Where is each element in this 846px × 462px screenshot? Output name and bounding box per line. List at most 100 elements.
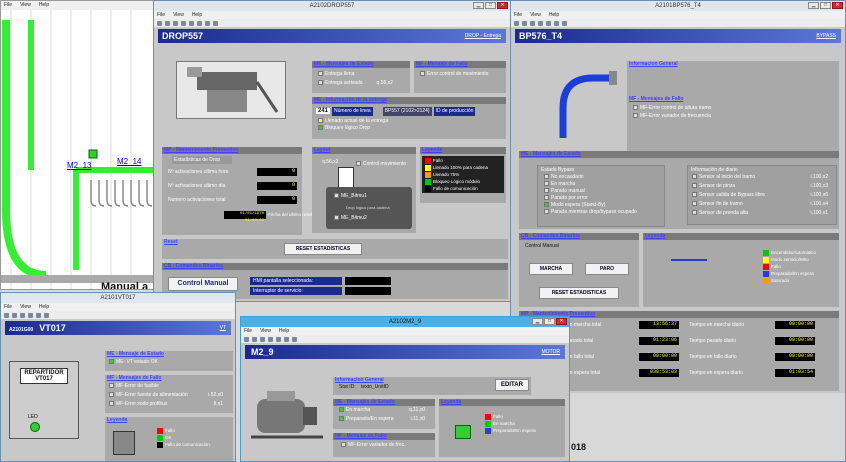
toolbar-icon[interactable] [20, 312, 25, 318]
toolbar-icon[interactable] [252, 336, 257, 342]
toolbar-icon[interactable] [514, 20, 519, 26]
toolbar-icon[interactable] [260, 336, 265, 342]
toolbar-icon[interactable] [284, 336, 289, 342]
close-icon[interactable]: ✕ [556, 318, 567, 325]
legend-swatch [485, 413, 491, 420]
toolbar-icon[interactable] [28, 312, 33, 318]
maximize-icon[interactable]: □ [485, 2, 496, 9]
activations-total: 0 [257, 196, 297, 204]
legend-label: OK [165, 435, 172, 440]
bypass-link[interactable]: BYPASS [816, 29, 836, 43]
control-manual-button[interactable]: Control Manual [168, 277, 238, 291]
toolbar-icon[interactable] [292, 336, 297, 342]
toolbar-icon[interactable] [197, 20, 202, 26]
drop-layout-graphic [338, 167, 354, 189]
maximize-icon[interactable]: □ [544, 318, 555, 325]
legend-item: Modo servicio/Mtto [763, 256, 833, 263]
state-indicator [339, 416, 344, 422]
motor-link[interactable]: MOTOR [541, 345, 560, 359]
menu-view[interactable]: View [260, 327, 271, 335]
vt-me-panel: ME - Mensaje de Estado ME- VT estado OK [105, 351, 233, 371]
sensor-item: Sensor de pinza i.100,x3 [692, 183, 832, 191]
fault-indicator [633, 105, 638, 111]
editar-button[interactable]: EDITAR [495, 379, 529, 391]
m2-9-title-bar[interactable]: A2102M2_9 ▁ □ ✕ [241, 317, 569, 327]
close-icon[interactable]: ✕ [832, 2, 843, 9]
legend-item: Fallo [485, 413, 561, 420]
menu-help[interactable]: Help [549, 11, 559, 19]
menu-file[interactable]: File [244, 327, 252, 335]
toolbar-icon[interactable] [12, 312, 17, 318]
toolbar-icon[interactable] [181, 20, 186, 26]
menu-help[interactable]: Help [279, 327, 289, 335]
toolbar-icon[interactable] [189, 20, 194, 26]
legend-swatch [763, 270, 769, 277]
toolbar-icon[interactable] [554, 20, 559, 26]
daily-time-value: 00:00:00 [775, 353, 815, 361]
toolbar-icon[interactable] [530, 20, 535, 26]
legend-swatch [157, 427, 163, 434]
total-time-value: 91:23:06 [639, 337, 679, 345]
sensor-item: Sensor de prenda alta i.100,x1 [692, 210, 832, 218]
total-time-value: 00:00:00 [639, 353, 679, 361]
toolbar-icon[interactable] [157, 20, 162, 26]
close-icon[interactable]: ✕ [497, 2, 508, 9]
legend-item: Fallo [157, 427, 227, 434]
toolbar-icon[interactable] [244, 336, 249, 342]
vt-fault-item: MF-Error sodo profibus fi,x1 [109, 401, 229, 409]
menu-view[interactable]: View [530, 11, 541, 19]
toolbar-icon[interactable] [173, 20, 178, 26]
marcha-button[interactable]: MARCHA [529, 263, 573, 275]
hmi-selected-value [345, 277, 391, 285]
bypass-curve-graphic [553, 63, 623, 143]
toolbar-icon[interactable] [546, 20, 551, 26]
menu-view[interactable]: View [20, 1, 31, 10]
status-indicator [318, 80, 323, 86]
toolbar-icon[interactable] [213, 20, 218, 26]
minimize-icon[interactable]: ▁ [808, 2, 819, 9]
toolbar-icon[interactable] [165, 20, 170, 26]
menu-help[interactable]: Help [192, 11, 202, 19]
toolbar-icon[interactable] [562, 20, 567, 26]
menu-view[interactable]: View [173, 11, 184, 19]
paro-button[interactable]: PARO [585, 263, 629, 275]
maximize-icon[interactable]: □ [820, 2, 831, 9]
toolbar-icon[interactable] [205, 20, 210, 26]
bp-reset-button[interactable]: RESET ESTADISTICAS [539, 287, 619, 299]
menu-file[interactable]: File [514, 11, 522, 19]
menu-help[interactable]: Help [39, 303, 49, 311]
route-code: BP557 (2102>2124) [382, 106, 432, 116]
toolbar-icon[interactable] [276, 336, 281, 342]
toolbar-icon[interactable] [538, 20, 543, 26]
minimize-icon[interactable]: ▁ [473, 2, 484, 9]
bypass-state-item: No encaudado [544, 174, 658, 180]
menu-view[interactable]: View [20, 303, 31, 311]
toolbar-icon[interactable] [522, 20, 527, 26]
menu-help[interactable]: Help [39, 1, 49, 10]
drop-entrega-link[interactable]: DROP - Entrega [465, 29, 501, 43]
bp576-title-bar[interactable]: A2101BP576_T4 ▁ □ ✕ [511, 1, 845, 11]
line-id-value: 241 [316, 108, 331, 114]
vt-link[interactable]: VT [220, 321, 226, 335]
label-m2-13[interactable]: M2_13 [67, 161, 91, 170]
menu-file[interactable]: File [4, 303, 12, 311]
toolbar-icon[interactable] [36, 312, 41, 318]
bypass-state-item: Parado manual [544, 188, 658, 194]
vt017-title-bar[interactable]: A2101VT017 [1, 293, 235, 303]
toolbar-icon[interactable] [44, 312, 49, 318]
toolbar-icon[interactable] [268, 336, 273, 342]
layout-panel: Layout q.56,x2 Control movimiento ME_Bit… [312, 147, 416, 233]
minimize-icon[interactable]: ▁ [532, 318, 543, 325]
drop557-title-bar[interactable]: A2102DROP557 ▁ □ ✕ [154, 1, 510, 11]
reset-statistics-button[interactable]: RESET ESTADISTICAS [284, 243, 362, 255]
toolbar-icon[interactable] [4, 312, 9, 318]
menu-file[interactable]: File [157, 11, 165, 19]
label-m2-14[interactable]: M2_14 [117, 157, 141, 166]
menu-file[interactable]: File [4, 1, 12, 10]
state-indicator [544, 209, 549, 215]
legend-label: Preparado/En espera [493, 428, 536, 433]
status-ok-indicator [109, 359, 114, 365]
fault-indicator [341, 442, 346, 448]
legend-label: Fallo de comunicación [165, 442, 210, 447]
m2-9-window: A2102M2_9 ▁ □ ✕ File View Help M2_9 MOTOR Info… [240, 316, 570, 462]
